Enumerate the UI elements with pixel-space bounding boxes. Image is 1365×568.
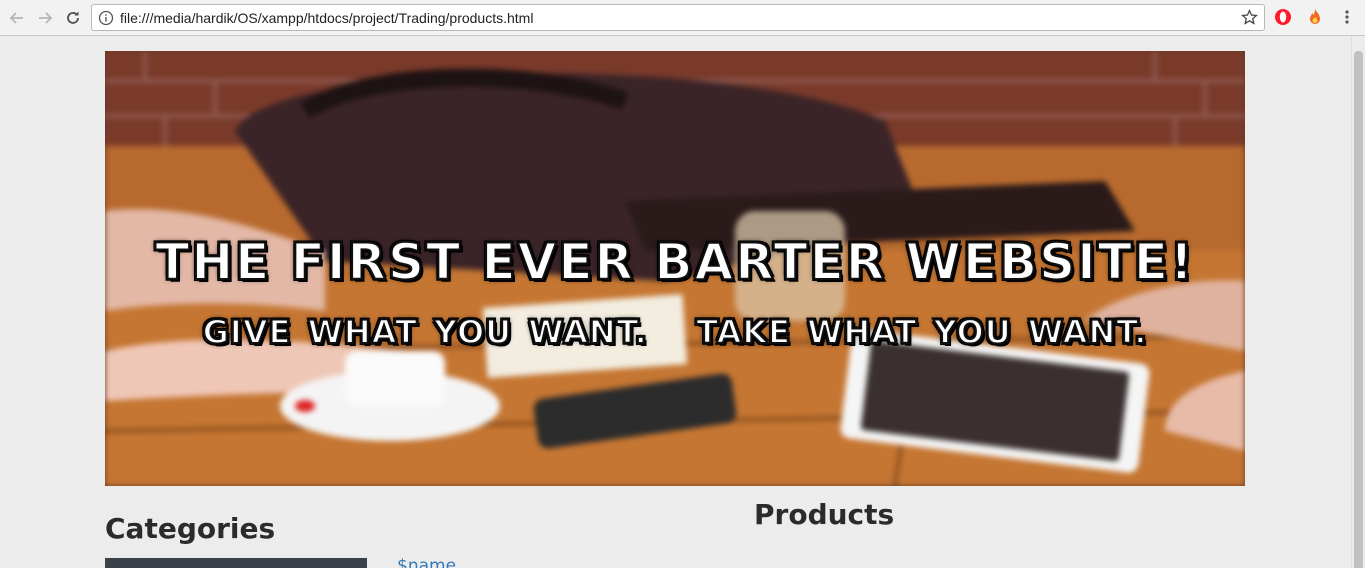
info-icon[interactable] — [98, 10, 114, 26]
scrollbar-thumb[interactable] — [1354, 51, 1363, 568]
products-heading: Products — [754, 498, 895, 531]
forward-arrow-icon[interactable] — [33, 6, 57, 30]
address-bar[interactable]: file:///media/hardik/OS/xampp/htdocs/pro… — [91, 4, 1265, 31]
opera-extension-icon[interactable] — [1274, 8, 1292, 26]
banner-title: THE FIRST EVER BARTER WEBSITE! — [154, 232, 1195, 292]
back-arrow-icon[interactable] — [5, 6, 29, 30]
product-name-link[interactable]: $name — [397, 556, 456, 568]
category-list-panel — [105, 558, 367, 568]
vertical-scrollbar[interactable] — [1351, 37, 1365, 568]
hero-banner: THE FIRST EVER BARTER WEBSITE! GIVE WHAT… — [105, 51, 1245, 486]
fire-extension-icon[interactable] — [1306, 8, 1324, 26]
banner-tagline: GIVE WHAT YOU WANT. TAKE WHAT YOU WANT. — [202, 312, 1148, 352]
reload-icon[interactable] — [61, 6, 85, 30]
categories-heading: Categories — [105, 512, 276, 545]
kebab-menu-icon[interactable] — [1340, 8, 1354, 26]
bookmark-star-icon[interactable] — [1241, 9, 1258, 26]
url-text[interactable]: file:///media/hardik/OS/xampp/htdocs/pro… — [120, 10, 533, 26]
browser-toolbar: file:///media/hardik/OS/xampp/htdocs/pro… — [0, 0, 1365, 36]
